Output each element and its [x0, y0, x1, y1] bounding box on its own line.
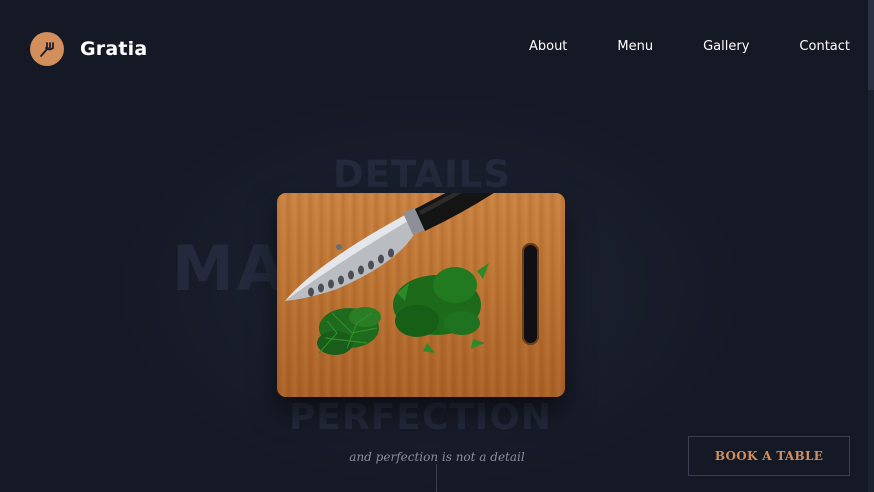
site-header: Gratia About Menu Gallery Contact	[0, 0, 874, 96]
scroll-divider-line	[436, 464, 437, 492]
nav-item-contact[interactable]: Contact	[799, 39, 850, 54]
scrollbar-thumb[interactable]	[868, 0, 874, 90]
nav-item-gallery[interactable]: Gallery	[703, 39, 749, 54]
page-scrollbar[interactable]	[868, 0, 874, 492]
logo[interactable]: Gratia	[30, 32, 147, 66]
hero-image-cutting-board	[277, 193, 565, 397]
bg-word-details: DETAILS	[333, 153, 511, 196]
fork-knife-icon	[30, 32, 64, 66]
brand-name: Gratia	[80, 38, 148, 60]
knife-and-herbs-illustration	[285, 193, 494, 355]
book-table-button[interactable]: BOOK A TABLE	[688, 436, 850, 476]
bg-word-perfection: PERFECTION	[289, 397, 552, 438]
main-nav: About Menu Gallery Contact	[479, 39, 850, 54]
nav-item-menu[interactable]: Menu	[617, 39, 653, 54]
nav-item-about[interactable]: About	[529, 39, 567, 54]
